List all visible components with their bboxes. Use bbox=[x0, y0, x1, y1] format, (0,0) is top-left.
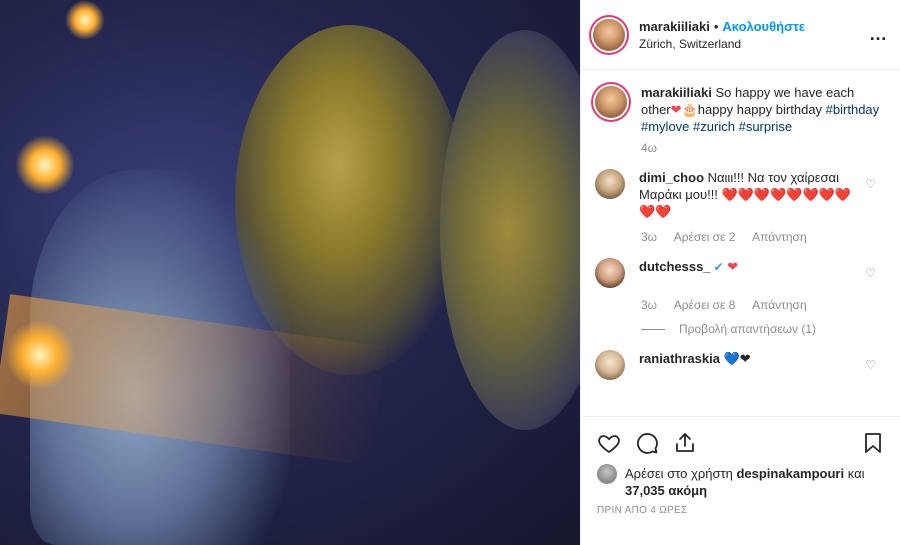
like-comment-heart-icon[interactable]: ♡ bbox=[865, 358, 876, 372]
caption-avatar[interactable] bbox=[595, 86, 627, 118]
comment-username[interactable]: dutchesss_ bbox=[639, 259, 711, 274]
like-comment-heart-icon[interactable]: ♡ bbox=[865, 177, 876, 191]
author-username[interactable]: marakiiliaki bbox=[639, 19, 710, 34]
comment-actions: 3ω Αρέσει σε 2 Απάντηση bbox=[641, 230, 884, 244]
like-heart-icon[interactable] bbox=[597, 431, 621, 455]
hashtag-surprise[interactable]: #surprise bbox=[739, 119, 792, 134]
comments-section: marakiiliaki So happy we have each other… bbox=[581, 70, 900, 396]
comment-avatar[interactable] bbox=[595, 258, 625, 288]
post-timestamp[interactable]: ΠΡΙΝ ΑΠΟ 4 ΩΡΕΣ bbox=[597, 505, 885, 516]
caption-text-2: happy happy birthday bbox=[697, 102, 823, 117]
likes-middle: και bbox=[847, 466, 865, 481]
author-avatar[interactable] bbox=[593, 18, 625, 51]
likes-summary: Αρέσει στο χρήστη despinakampouri και 37… bbox=[597, 464, 885, 499]
comment-username[interactable]: raniathraskia bbox=[639, 351, 720, 366]
comment-raniathraskia: raniathraskia 💙❤ ♡ bbox=[595, 350, 884, 380]
comment-hearts: ❤ bbox=[727, 259, 739, 274]
post-location[interactable]: Zürich, Switzerland bbox=[639, 37, 805, 51]
likes-prefix: Αρέσει στο χρήστη bbox=[625, 466, 733, 481]
comment-dutchesss: dutchesss_ ✔ ❤ ♡ bbox=[595, 258, 884, 288]
action-bar bbox=[597, 427, 885, 459]
comment-body: dimi_choo Ναιιι!!! Να τον χαίρεσαι Μαράκ… bbox=[639, 169, 859, 220]
reply-button[interactable]: Απάντηση bbox=[752, 298, 807, 312]
like-comment-heart-icon[interactable]: ♡ bbox=[865, 266, 876, 280]
comment-time[interactable]: 3ω bbox=[641, 230, 657, 244]
hashtag-zurich[interactable]: #zurich bbox=[693, 119, 735, 134]
comment-body: raniathraskia 💙❤ bbox=[639, 350, 859, 380]
comment-actions: 3ω Αρέσει σε 8 Απάντηση bbox=[641, 298, 884, 312]
caption-time[interactable]: 4ω bbox=[641, 141, 884, 155]
more-options-icon[interactable]: … bbox=[869, 24, 888, 45]
caption-text: marakiiliaki So happy we have each other… bbox=[641, 84, 884, 135]
separator-dot: • bbox=[713, 18, 719, 34]
verified-badge-icon: ✔ bbox=[713, 260, 724, 274]
comment-likes[interactable]: Αρέσει σε 2 bbox=[674, 230, 736, 244]
view-replies-label[interactable]: Προβολή απαντήσεων (1) bbox=[679, 322, 816, 336]
sparkler-2 bbox=[65, 0, 105, 40]
share-icon[interactable] bbox=[673, 431, 697, 455]
comment-avatar[interactable] bbox=[595, 350, 625, 380]
balloon-6 bbox=[440, 30, 580, 430]
caption: marakiiliaki So happy we have each other… bbox=[595, 84, 884, 135]
comment-avatar[interactable] bbox=[595, 169, 625, 199]
follow-button[interactable]: Ακολουθήστε bbox=[722, 19, 805, 34]
likes-count[interactable]: 37,035 bbox=[625, 483, 665, 498]
post-photo[interactable] bbox=[0, 0, 580, 545]
hashtag-mylove[interactable]: #mylove bbox=[641, 119, 689, 134]
caption-username[interactable]: marakiiliaki bbox=[641, 85, 712, 100]
sparkler-3 bbox=[5, 320, 75, 390]
bookmark-icon[interactable] bbox=[861, 431, 885, 455]
comment-username[interactable]: dimi_choo bbox=[639, 170, 704, 185]
likes-suffix[interactable]: ακόμη bbox=[668, 483, 707, 498]
liker-avatar[interactable] bbox=[597, 464, 617, 484]
post-header: marakiiliaki • Ακολουθήστε Zürich, Switzer… bbox=[581, 0, 900, 70]
post-sidebar: marakiiliaki • Ακολουθήστε Zürich, Switzer… bbox=[580, 0, 900, 545]
author-line: marakiiliaki • Ακολουθήστε bbox=[639, 19, 805, 34]
comment-likes[interactable]: Αρέσει σε 8 bbox=[674, 298, 736, 312]
instagram-post: marakiiliaki • Ακολουθήστε Zürich, Switzer… bbox=[0, 0, 900, 545]
reply-button[interactable]: Απάντηση bbox=[752, 230, 807, 244]
comment-body: dutchesss_ ✔ ❤ bbox=[639, 258, 859, 288]
hashtag-birthday[interactable]: #birthday bbox=[826, 102, 879, 117]
red-heart-emoji: ❤ bbox=[670, 102, 682, 117]
liker-username[interactable]: despinakampouri bbox=[736, 466, 844, 481]
comment-time[interactable]: 3ω bbox=[641, 298, 657, 312]
party-emoji: 🎂 bbox=[681, 102, 698, 117]
sparkler-1 bbox=[15, 135, 75, 195]
likes-text: Αρέσει στο χρήστη despinakampouri και 37… bbox=[625, 465, 885, 499]
replies-line bbox=[641, 328, 665, 330]
author-meta: marakiiliaki • Ακολουθήστε Zürich, Switzer… bbox=[639, 19, 805, 51]
comment-hearts: 💙❤ bbox=[723, 351, 751, 366]
post-footer: Αρέσει στο χρήστη despinakampouri και 37… bbox=[581, 416, 900, 545]
comment-dimi-choo: dimi_choo Ναιιι!!! Να τον χαίρεσαι Μαράκ… bbox=[595, 169, 884, 220]
view-replies[interactable]: Προβολή απαντήσεων (1) bbox=[641, 322, 884, 336]
comment-bubble-icon[interactable] bbox=[635, 431, 659, 455]
